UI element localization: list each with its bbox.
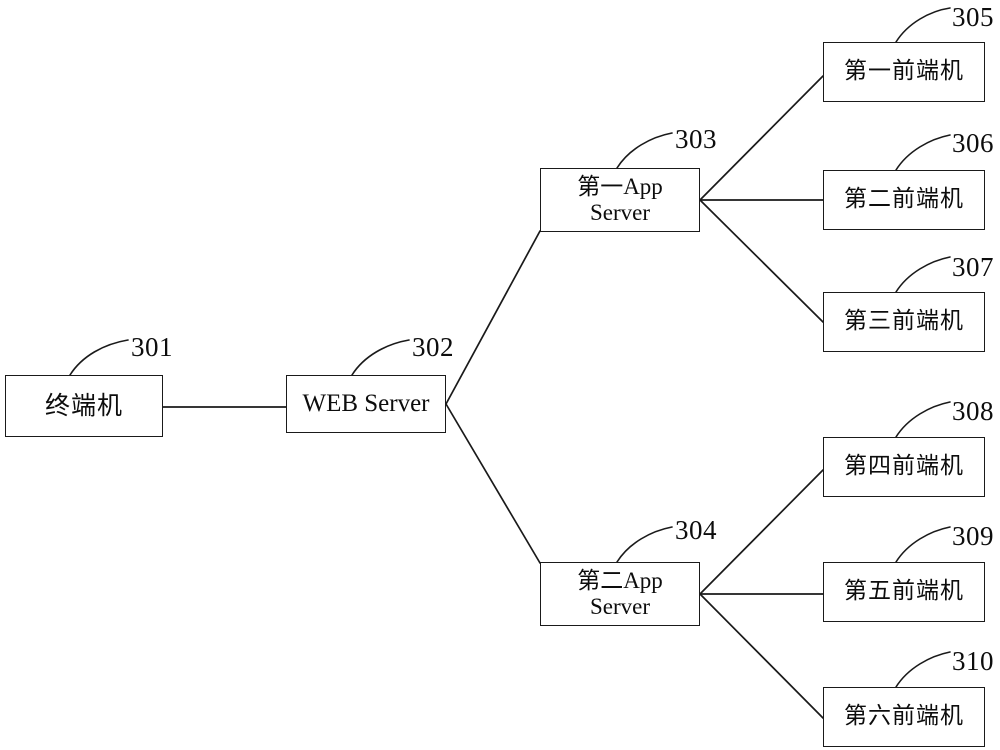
reference-number-308: 308 — [952, 396, 994, 426]
reference-number-307: 307 — [952, 252, 994, 282]
node-terminal-label: 终端机 — [44, 391, 123, 420]
reference-number-302: 302 — [412, 332, 454, 362]
node-front-end-2[interactable]: 第二前端机 — [823, 170, 985, 230]
app-server-2-to-front-end-6 — [699, 593, 824, 719]
leader-310 — [895, 651, 951, 688]
node-front-end-6[interactable]: 第六前端机 — [823, 687, 985, 747]
app-server-1-to-front-end-1 — [699, 75, 824, 201]
node-web-server[interactable]: WEB Server — [286, 375, 446, 433]
node-app-server-1-label-line2: Server — [589, 200, 651, 225]
node-front-end-1[interactable]: 第一前端机 — [823, 42, 985, 102]
node-front-end-4-label: 第四前端机 — [844, 453, 964, 480]
node-app-server-1[interactable]: 第一App Server — [540, 168, 700, 232]
node-app-server-2-label-line2: Server — [589, 594, 651, 619]
node-front-end-4[interactable]: 第四前端机 — [823, 437, 985, 497]
leader-301 — [69, 339, 129, 376]
leader-304 — [616, 526, 673, 563]
reference-number-304: 304 — [675, 515, 717, 545]
node-app-server-2-label-line1: 第二App — [577, 568, 663, 594]
node-app-server-1-label-line1: 第一App — [577, 174, 663, 200]
reference-leader-lines — [69, 7, 951, 688]
reference-number-305: 305 — [952, 2, 994, 32]
leader-305 — [895, 7, 951, 43]
node-front-end-5[interactable]: 第五前端机 — [823, 562, 985, 622]
node-front-end-6-label: 第六前端机 — [844, 703, 964, 730]
leader-303 — [616, 132, 673, 169]
app-server-2-to-front-end-4 — [699, 469, 824, 595]
leader-307 — [895, 256, 951, 293]
node-front-end-2-label: 第二前端机 — [844, 186, 964, 213]
node-front-end-3[interactable]: 第三前端机 — [823, 292, 985, 352]
leader-302 — [351, 339, 410, 376]
diagram-canvas: 终端机 WEB Server 第一App Server 第二App Server… — [0, 0, 1000, 750]
leader-308 — [895, 401, 951, 438]
reference-number-306: 306 — [952, 128, 994, 158]
connection-lines — [162, 75, 824, 719]
web-server-to-app-server-1 — [445, 230, 541, 405]
reference-number-310: 310 — [952, 646, 994, 676]
node-web-server-label: WEB Server — [302, 390, 430, 417]
node-app-server-1-label: 第一App Server — [541, 174, 699, 226]
leader-306 — [895, 134, 951, 171]
reference-number-309: 309 — [952, 521, 994, 551]
node-front-end-3-label: 第三前端机 — [844, 308, 964, 335]
app-server-1-to-front-end-3 — [699, 199, 824, 323]
node-app-server-2-label: 第二App Server — [541, 568, 699, 620]
reference-number-301: 301 — [131, 332, 173, 362]
node-app-server-2[interactable]: 第二App Server — [540, 562, 700, 626]
leader-309 — [895, 526, 951, 563]
web-server-to-app-server-2 — [445, 403, 541, 564]
reference-number-303: 303 — [675, 124, 717, 154]
node-terminal[interactable]: 终端机 — [5, 375, 163, 437]
node-front-end-5-label: 第五前端机 — [844, 578, 964, 605]
node-front-end-1-label: 第一前端机 — [844, 58, 964, 85]
